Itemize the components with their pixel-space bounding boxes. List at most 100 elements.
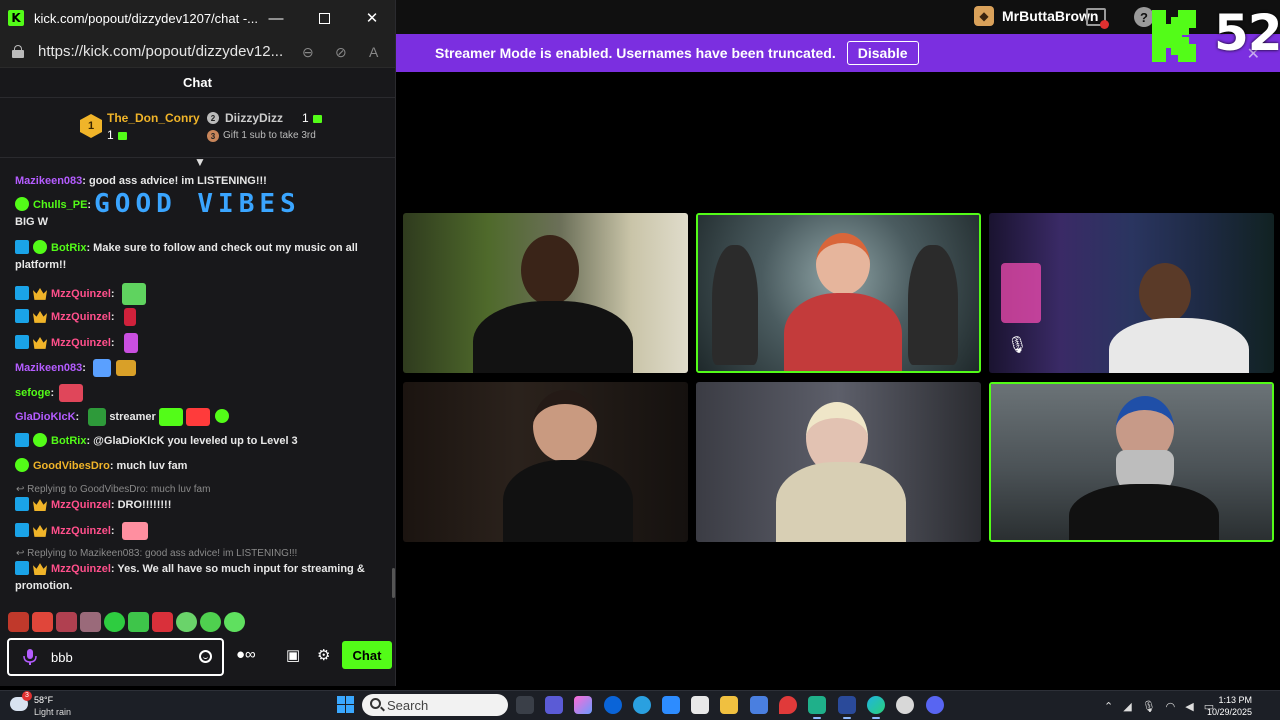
chat-text: : good ass advice! im LISTENING!!! xyxy=(82,175,267,187)
weather-widget[interactable]: 3 58°F Light rain xyxy=(10,691,100,719)
edge-browser-icon[interactable] xyxy=(867,696,885,719)
settings-gear-icon[interactable]: ⚙ xyxy=(317,646,330,664)
emote-slot[interactable] xyxy=(176,612,197,632)
app-icon[interactable] xyxy=(750,696,768,714)
reply-text: Replying to GoodVibesDro: much luv fam xyxy=(27,484,211,495)
taskbar-search-box[interactable]: Search xyxy=(362,694,508,716)
recent-emotes-row xyxy=(8,612,245,632)
chat-username[interactable]: MzzQuinzel xyxy=(51,288,111,300)
banner-text: Streamer Mode is enabled. Usernames have… xyxy=(435,45,836,61)
kick-power-icon[interactable]: ●∞ xyxy=(236,646,256,663)
emote-slot[interactable] xyxy=(80,612,101,632)
emote-slot[interactable] xyxy=(32,612,53,632)
system-tray: ⌃ ◢ 🎙 ◠ ◀ ▭ xyxy=(1104,691,1214,720)
verified-badge-icon xyxy=(15,197,29,211)
taskbar-clock[interactable]: 1:13 PM 10/29/2025 xyxy=(1207,694,1252,718)
moderator-badge-icon xyxy=(15,561,29,575)
chat-username[interactable]: GoodVibesDro xyxy=(33,460,110,472)
chat-username[interactable]: Chulls_PE xyxy=(33,199,87,211)
settings-icon[interactable] xyxy=(896,696,914,714)
wifi-icon[interactable]: ◠ xyxy=(1166,700,1176,713)
second-place-name[interactable]: DiizzyDizz xyxy=(225,111,283,125)
disable-streamer-mode-button[interactable]: Disable xyxy=(846,41,919,65)
chat-send-button[interactable]: Chat xyxy=(342,641,392,669)
reply-context[interactable]: ↩ Replying to GoodVibesDro: much luv fam xyxy=(16,484,210,495)
app-icon[interactable] xyxy=(838,696,856,719)
zoom-icon[interactable]: ⊖ xyxy=(302,44,314,61)
video-tile-3[interactable]: 🎙 xyxy=(989,213,1274,373)
video-tile-2[interactable] xyxy=(696,213,981,373)
chat-message: sefoge: xyxy=(15,384,380,402)
emote-slot[interactable] xyxy=(104,612,125,632)
chat-username[interactable]: MzzQuinzel xyxy=(51,499,111,511)
notification-button[interactable] xyxy=(1072,0,1120,34)
reply-context[interactable]: ↩ Replying to Mazikeen083: good ass advi… xyxy=(16,548,297,559)
video-tile-6[interactable] xyxy=(989,382,1274,542)
emote-image xyxy=(123,333,138,353)
hp-icon[interactable] xyxy=(604,696,622,714)
person-head xyxy=(1139,263,1191,323)
maps-icon[interactable] xyxy=(779,696,797,714)
chat-username[interactable]: MzzQuinzel xyxy=(51,337,111,349)
chat-username[interactable]: Mazikeen083 xyxy=(15,362,82,374)
moderator-badge-icon xyxy=(15,308,29,323)
copilot-icon[interactable] xyxy=(574,696,592,714)
url-field[interactable]: https://kick.com/popout/dizzydev12... xyxy=(38,43,283,60)
chat-username[interactable]: MzzQuinzel xyxy=(51,525,111,537)
close-button[interactable]: ✕ xyxy=(348,0,395,36)
first-place-name[interactable]: The_Don_Conry xyxy=(107,111,200,125)
chat-popout-window: K kick.com/popout/dizzydev1207/chat -...… xyxy=(0,0,396,686)
emote-slot[interactable] xyxy=(224,612,245,632)
video-tile-4[interactable] xyxy=(403,382,688,542)
chat-text: : @GlaDioKIcK you leveled up to Level 3 xyxy=(86,435,298,447)
zombie-figure xyxy=(712,245,758,365)
store-icon[interactable]: ▣ xyxy=(286,646,300,664)
microphone-icon[interactable]: 🎙 xyxy=(1142,700,1156,713)
maximize-button[interactable] xyxy=(300,0,348,36)
streamer-mode-banner: Streamer Mode is enabled. Usernames have… xyxy=(396,34,1280,72)
store-icon[interactable] xyxy=(691,696,709,714)
tracking-prevention-icon[interactable]: ⊘ xyxy=(335,44,347,61)
mic-off-icon: 🎙 xyxy=(1007,337,1028,354)
minimize-button[interactable]: — xyxy=(252,0,300,36)
volume-icon[interactable]: ◀ xyxy=(1185,700,1193,713)
chat-text: : DRO!!!!!!!! xyxy=(110,499,172,511)
chat-username[interactable]: BotRix xyxy=(51,435,86,447)
discord-icon[interactable] xyxy=(926,696,944,714)
emote-slot[interactable] xyxy=(128,612,149,632)
app-tray-icon[interactable]: ◢ xyxy=(1123,700,1131,713)
app-icon[interactable] xyxy=(633,696,651,714)
kick-logo-icon xyxy=(1152,10,1196,62)
emoji-picker-icon[interactable] xyxy=(199,650,212,663)
chat-text: : xyxy=(87,199,92,211)
video-tile-1[interactable] xyxy=(403,213,688,373)
task-view-icon[interactable] xyxy=(516,696,534,714)
chat-scrollbar[interactable] xyxy=(392,568,395,598)
chat-input-container xyxy=(7,638,224,676)
lock-icon[interactable] xyxy=(12,45,24,58)
app-icon[interactable] xyxy=(545,696,563,714)
emote-slot[interactable] xyxy=(8,612,29,632)
file-explorer-icon[interactable] xyxy=(720,696,738,714)
first-place-medal-icon: 1 xyxy=(80,114,102,138)
video-tile-5[interactable] xyxy=(696,382,981,542)
chat-message-input[interactable] xyxy=(51,647,191,667)
read-aloud-icon[interactable]: A xyxy=(369,44,378,60)
moderator-badge-icon xyxy=(15,522,29,537)
emote-slot[interactable] xyxy=(56,612,77,632)
chat-username[interactable]: MzzQuinzel xyxy=(51,311,111,323)
app-icon[interactable] xyxy=(808,696,826,719)
chevron-up-icon[interactable]: ⌃ xyxy=(1104,700,1113,713)
collapse-icon[interactable]: ▼ xyxy=(193,156,207,168)
chat-username[interactable]: sefoge xyxy=(15,387,50,399)
zoom-icon[interactable] xyxy=(662,696,680,714)
microphone-icon[interactable] xyxy=(23,649,37,665)
emote-slot[interactable] xyxy=(152,612,173,632)
emote-slot[interactable] xyxy=(200,612,221,632)
start-button[interactable] xyxy=(337,696,354,713)
chat-username[interactable]: BotRix xyxy=(51,242,86,254)
chat-username[interactable]: MzzQuinzel xyxy=(51,563,111,575)
chat-username[interactable]: Mazikeen083 xyxy=(15,175,82,187)
chat-username[interactable]: GlaDioKIcK xyxy=(15,411,76,423)
chat-text: : xyxy=(110,310,115,323)
